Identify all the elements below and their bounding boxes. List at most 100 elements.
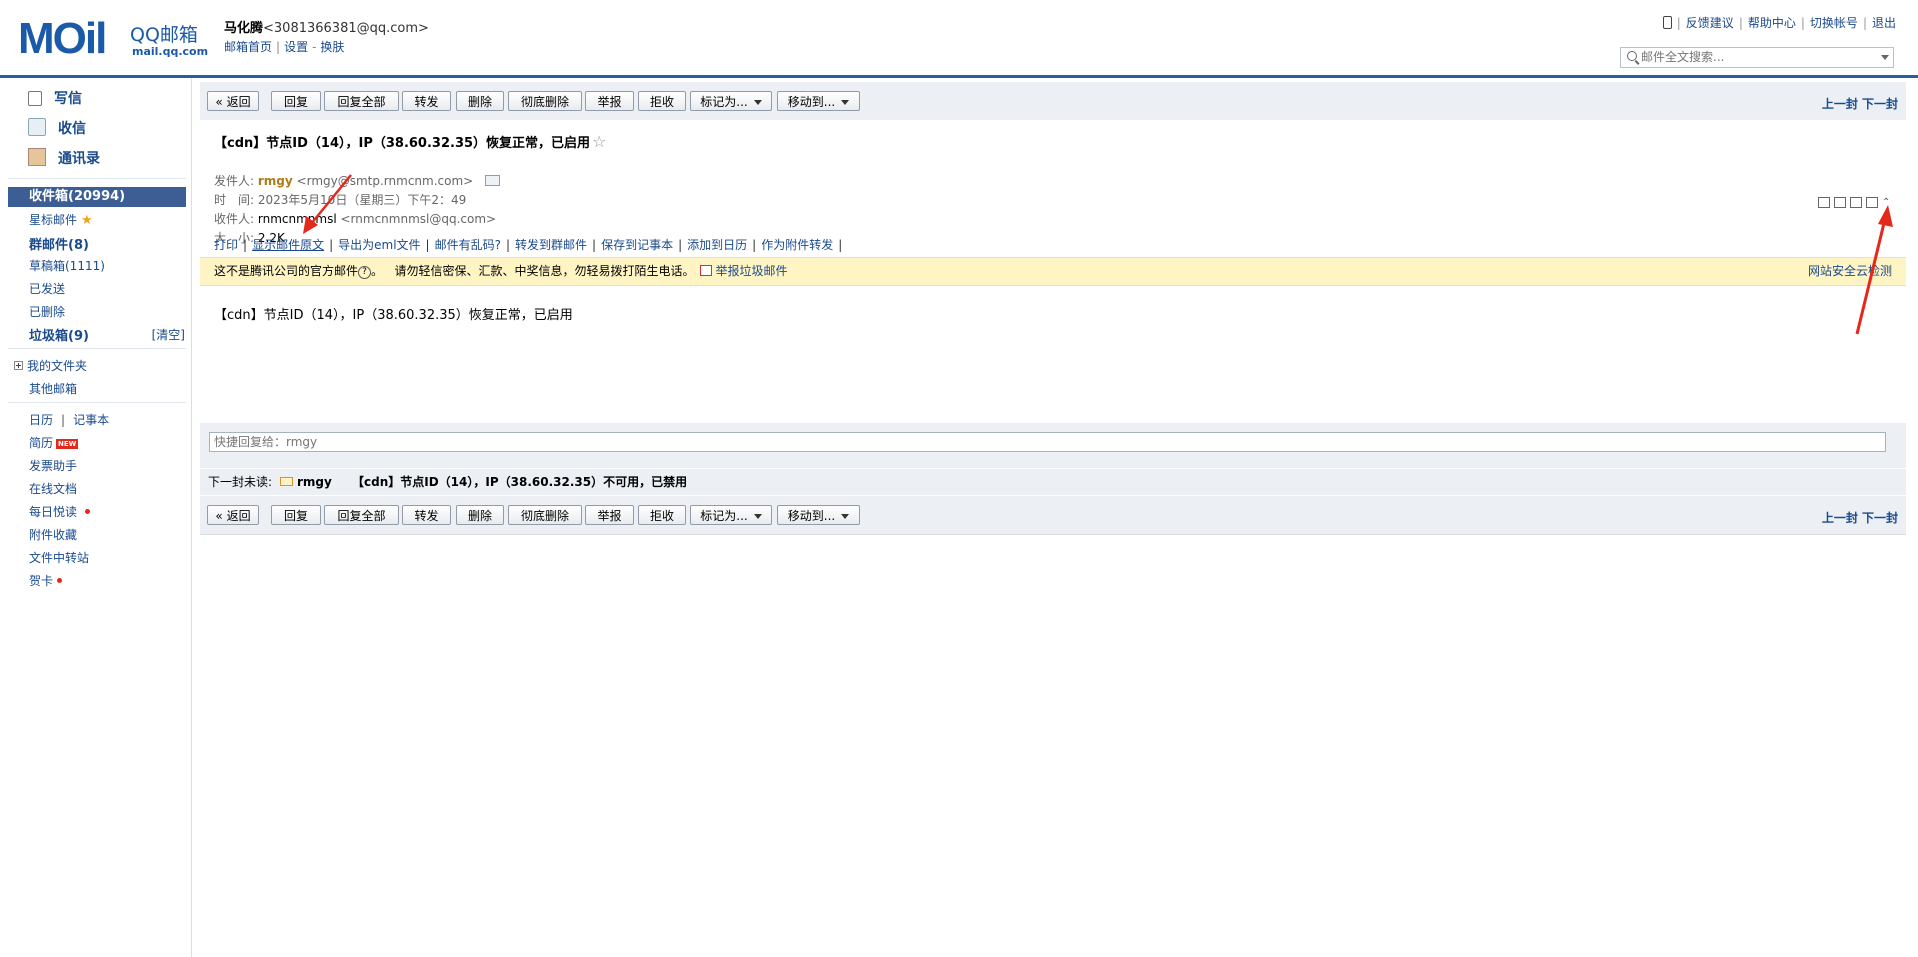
delete-button[interactable]: 删除 <box>456 91 504 111</box>
site-security-link[interactable]: 网站安全云检测 <box>1808 258 1892 285</box>
move-to-dropdown[interactable]: 移动到... <box>777 91 860 111</box>
business-card-icon[interactable] <box>485 175 501 186</box>
mailbox-home-link[interactable]: 邮箱首页 <box>224 40 272 54</box>
question-icon[interactable]: ? <box>358 266 372 279</box>
sidebar-item-notepad[interactable]: 记事本 <box>73 413 109 427</box>
switch-account-link[interactable]: 切换帐号 <box>1810 16 1858 30</box>
unread-dot-icon <box>85 509 91 514</box>
collapse-icon[interactable]: ⌃ <box>1882 197 1892 208</box>
search-input[interactable] <box>1641 49 1867 65</box>
show-original-link[interactable]: 显示邮件原文 <box>252 238 324 252</box>
export-eml-link[interactable]: 导出为eml文件 <box>338 238 420 252</box>
delete-permanent-button[interactable]: 彻底删除 <box>508 91 582 111</box>
sidebar-item-my-folders[interactable]: 我的文件夹 <box>14 357 87 374</box>
sidebar-item-greeting-cards[interactable]: 贺卡 <box>29 572 63 589</box>
folder-icon[interactable] <box>1850 197 1862 208</box>
report-spam-link[interactable]: 举报垃圾邮件 <box>715 264 787 278</box>
sidebar-divider <box>8 402 186 403</box>
add-to-calendar-link[interactable]: 添加到日历 <box>687 238 747 252</box>
delete-button[interactable]: 删除 <box>456 505 504 525</box>
compose-icon <box>28 91 42 106</box>
settings-link[interactable]: 设置 <box>284 40 308 54</box>
reject-button[interactable]: 拒收 <box>638 505 686 525</box>
sidebar-item-group-mail[interactable]: 群邮件(8) <box>29 234 89 253</box>
sidebar-item-other-mailboxes[interactable]: 其他邮箱 <box>29 380 77 397</box>
receive-link[interactable]: 收信 <box>28 118 86 138</box>
mail-header: 【cdn】节点ID（14），IP（38.60.32.35）恢复正常，已启用 ☆ 发… <box>200 120 1906 259</box>
sidebar-item-drafts[interactable]: 草稿箱(1111) <box>29 257 105 274</box>
garbled-text-link[interactable]: 邮件有乱码? <box>435 238 501 252</box>
quick-reply-input[interactable] <box>209 432 1886 452</box>
forward-button[interactable]: 转发 <box>402 505 451 525</box>
mobile-phone-icon[interactable] <box>1662 16 1672 29</box>
recipient-name[interactable]: rnmcnmnmsl <box>258 212 337 226</box>
expand-icon[interactable] <box>14 361 23 370</box>
sidebar-item-resume[interactable]: 简历 NEW <box>29 434 79 451</box>
help-center-link[interactable]: 帮助中心 <box>1748 16 1796 30</box>
user-box: 马化腾<3081366381@qq.com> 邮箱首页 | 设置 - 换肤 <box>224 21 429 54</box>
mark-as-dropdown[interactable]: 标记为... <box>690 505 772 525</box>
compose-link[interactable]: 写信 <box>28 88 82 108</box>
star-outline-icon[interactable]: ☆ <box>592 132 606 151</box>
mail-time: 2023年5月10日（星期三）下午2：49 <box>257 193 467 207</box>
sidebar-divider <box>8 348 186 349</box>
save-to-notepad-link[interactable]: 保存到记事本 <box>601 238 673 252</box>
change-skin-link[interactable]: 换肤 <box>320 40 344 54</box>
clear-spam-link[interactable]: [清空] <box>152 326 185 343</box>
mark-as-dropdown[interactable]: 标记为... <box>690 91 772 111</box>
sender-name[interactable]: rmgy <box>258 174 293 188</box>
delete-permanent-button[interactable]: 彻底删除 <box>508 505 582 525</box>
recipient-row: 收件人: rnmcnmnmsl <rnmcnmnmsl@qq.com> <box>214 212 497 226</box>
next-unread-subject[interactable]: 【cdn】节点ID（14），IP（38.60.32.35）不可用，已禁用 <box>352 469 687 495</box>
sidebar-item-attachments[interactable]: 附件收藏 <box>29 526 77 543</box>
sidebar-item-file-transfer[interactable]: 文件中转站 <box>29 549 89 566</box>
reply-button[interactable]: 回复 <box>271 91 321 111</box>
sidebar-item-online-docs[interactable]: 在线文档 <box>29 480 77 497</box>
sidebar-item-invoice-helper[interactable]: 发票助手 <box>29 457 77 474</box>
print-icon[interactable] <box>1866 197 1878 208</box>
sender-row: 发件人: rmgy <rmgy@smtp.rnmcnm.com> <box>214 172 501 189</box>
sidebar-item-daily-reading[interactable]: 每日悦读 <box>29 503 91 520</box>
sidebar-item-calendar[interactable]: 日历 <box>29 413 53 427</box>
new-window-icon[interactable] <box>1818 197 1830 208</box>
chevron-down-icon <box>841 514 850 519</box>
chevron-down-icon <box>841 100 850 105</box>
logout-link[interactable]: 退出 <box>1872 16 1896 30</box>
next-unread-sender[interactable]: rmgy <box>280 469 332 495</box>
search-dropdown-icon[interactable] <box>1881 55 1889 60</box>
sidebar-item-spam[interactable]: 垃圾箱(9) <box>29 325 89 344</box>
reply-button[interactable]: 回复 <box>271 505 321 525</box>
contacts-link[interactable]: 通讯录 <box>28 148 100 168</box>
mail-toolbar-top: « 返回 回复 回复全部 转发 删除 彻底删除 举报 拒收 标记为... 移动到… <box>200 82 1906 121</box>
logo-domain: mail.qq.com <box>132 45 209 58</box>
reply-all-button[interactable]: 回复全部 <box>324 505 399 525</box>
forward-button[interactable]: 转发 <box>402 91 451 111</box>
move-to-dropdown[interactable]: 移动到... <box>777 505 860 525</box>
search-box[interactable] <box>1620 47 1894 68</box>
feedback-link[interactable]: 反馈建议 <box>1686 16 1734 30</box>
reject-button[interactable]: 拒收 <box>638 91 686 111</box>
prev-next-links[interactable]: 上一封 下一封 <box>1822 509 1898 526</box>
page-icon[interactable] <box>1834 197 1846 208</box>
sidebar-item-starred[interactable]: 星标邮件 ★ <box>29 211 93 228</box>
mail-body: 【cdn】节点ID（14），IP（38.60.32.35）恢复正常，已启用 <box>214 308 573 323</box>
back-button[interactable]: « 返回 <box>207 505 259 525</box>
qq-mail-logo[interactable]: MOil QQ邮箱 mail.qq.com <box>18 17 209 61</box>
chevron-down-icon <box>753 514 762 519</box>
forward-to-group-link[interactable]: 转发到群邮件 <box>515 238 587 252</box>
report-flag-icon <box>700 265 713 276</box>
prev-next-links[interactable]: 上一封 下一封 <box>1822 95 1898 112</box>
envelope-icon <box>280 477 293 486</box>
report-button[interactable]: 举报 <box>585 91 634 111</box>
report-button[interactable]: 举报 <box>585 505 634 525</box>
next-unread-bar: 下一封未读: rmgy 【cdn】节点ID（14），IP（38.60.32.35… <box>200 469 1906 495</box>
back-button[interactable]: « 返回 <box>207 91 259 111</box>
sidebar-item-inbox[interactable]: 收件箱(20994) <box>8 187 186 207</box>
reply-all-button[interactable]: 回复全部 <box>324 91 399 111</box>
security-warning-bar: 这不是腾讯公司的官方邮件?。 请勿轻信密保、汇款、中奖信息，勿轻易拨打陌生电话。… <box>200 257 1906 286</box>
forward-as-attachment-link[interactable]: 作为附件转发 <box>761 238 833 252</box>
print-link[interactable]: 打印 <box>214 238 238 252</box>
sidebar-item-deleted[interactable]: 已删除 <box>29 303 65 320</box>
next-unread-label: 下一封未读: <box>208 475 273 489</box>
sidebar-item-sent[interactable]: 已发送 <box>29 280 65 297</box>
